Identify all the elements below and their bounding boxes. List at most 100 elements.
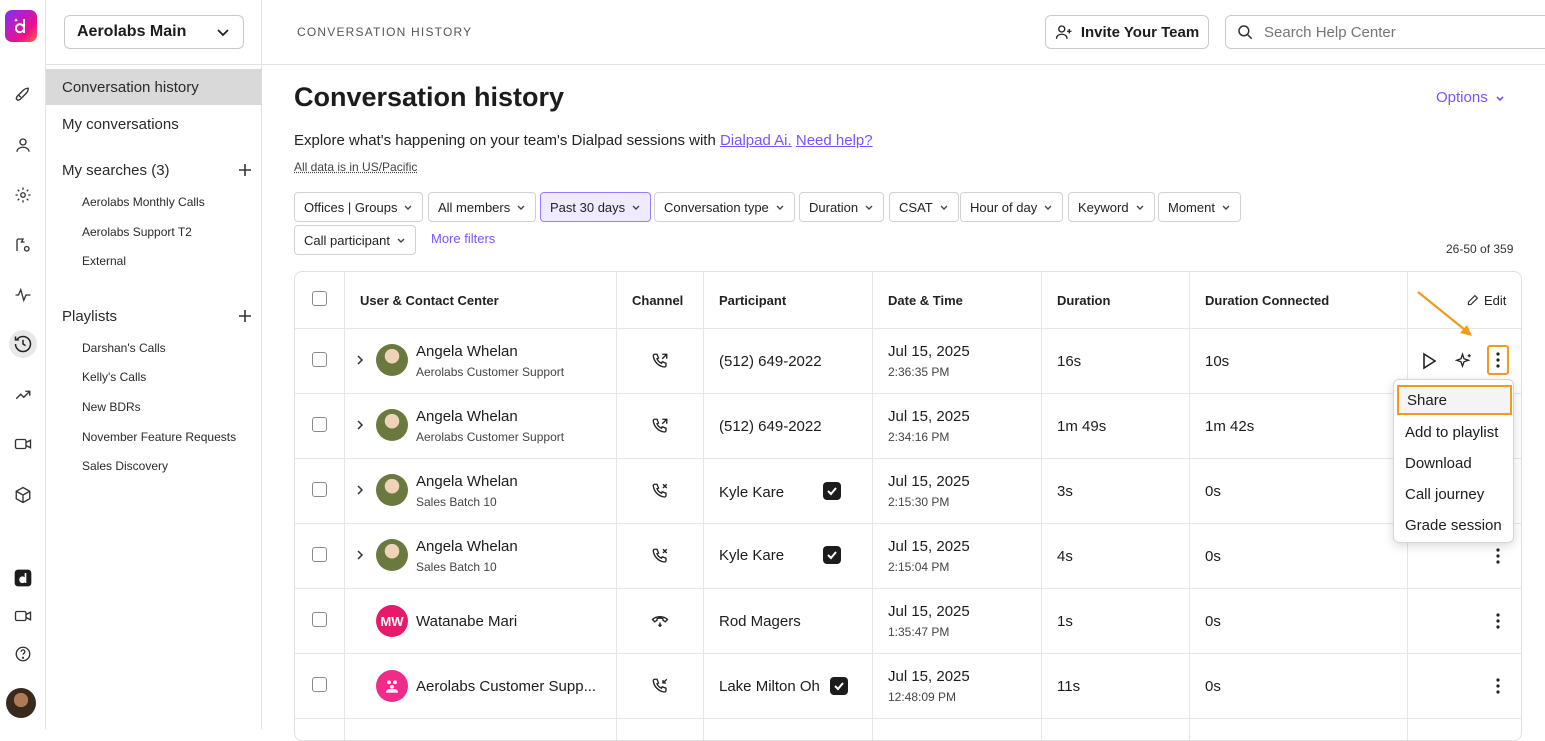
more-filters-link[interactable]: More filters — [431, 231, 495, 246]
menu-item-call-journey[interactable]: Call journey — [1397, 479, 1512, 509]
trending-icon[interactable] — [9, 381, 37, 409]
workspace-select[interactable]: Aerolabs Main — [64, 15, 244, 49]
add-playlist-icon[interactable] — [238, 309, 252, 323]
participant[interactable]: Kyle Kare — [719, 484, 784, 501]
filter-call-participant[interactable]: Call participant — [294, 225, 416, 255]
call-date: Jul 15, 2025 — [888, 538, 970, 555]
saved-search-item[interactable]: Aerolabs Support T2 — [82, 225, 192, 239]
row-checkbox[interactable] — [312, 677, 327, 692]
app-rail — [0, 0, 46, 729]
playlists-label[interactable]: Playlists — [62, 308, 117, 325]
nav-my-conversations[interactable]: My conversations — [46, 106, 262, 142]
participant[interactable]: Lake Milton Oh — [719, 678, 820, 695]
chevron-right-icon[interactable] — [354, 484, 366, 496]
user-name[interactable]: Angela Whelan — [416, 343, 518, 360]
search-input[interactable] — [1264, 24, 1524, 41]
row-checkbox[interactable] — [312, 547, 327, 562]
duration: 16s — [1057, 353, 1081, 370]
filter-hour-of-day[interactable]: Hour of day — [960, 192, 1063, 222]
column-header[interactable]: Channel — [632, 272, 683, 328]
contact-center: Aerolabs Customer Support — [416, 430, 564, 444]
breadcrumb: CONVERSATION HISTORY — [297, 25, 472, 39]
row-actions-button[interactable] — [1487, 606, 1509, 636]
filter-keyword[interactable]: Keyword — [1068, 192, 1155, 222]
filter-offices-groups[interactable]: Offices | Groups — [294, 192, 423, 222]
playlist-item[interactable]: Darshan's Calls — [82, 341, 166, 355]
filter-duration[interactable]: Duration — [799, 192, 884, 222]
user-name[interactable]: Aerolabs Customer Supp... — [416, 678, 596, 695]
playlist-item[interactable]: Sales Discovery — [82, 459, 168, 473]
playlist-item[interactable]: November Feature Requests — [82, 430, 236, 444]
box-icon[interactable] — [9, 481, 37, 509]
filter-moment[interactable]: Moment — [1158, 192, 1241, 222]
person-icon[interactable] — [9, 131, 37, 159]
menu-item-download[interactable]: Download — [1397, 448, 1512, 478]
participant[interactable]: Rod Magers — [719, 613, 801, 630]
row-actions-button[interactable] — [1487, 345, 1509, 375]
chevron-down-icon — [516, 202, 526, 212]
playlist-item[interactable]: Kelly's Calls — [82, 370, 146, 384]
video-call-icon[interactable] — [9, 430, 37, 458]
kebab-icon — [1496, 678, 1500, 694]
invite-team-button[interactable]: Invite Your Team — [1045, 15, 1209, 49]
chevron-down-icon — [939, 202, 949, 212]
participant[interactable]: (512) 649-2022 — [719, 353, 822, 370]
dialpad-ai-link[interactable]: Dialpad Ai. — [720, 132, 792, 149]
user-name[interactable]: Angela Whelan — [416, 538, 518, 555]
saved-search-item[interactable]: External — [82, 254, 126, 268]
row-actions-button[interactable] — [1487, 541, 1509, 571]
activity-icon[interactable] — [9, 281, 37, 309]
logo-icon[interactable] — [5, 10, 37, 42]
history-icon[interactable] — [9, 330, 37, 358]
user-name[interactable]: Angela Whelan — [416, 473, 518, 490]
chevron-down-icon — [403, 202, 413, 212]
user-avatar — [376, 344, 408, 376]
options-button[interactable]: Options — [1436, 89, 1506, 106]
filter-all-members[interactable]: All members — [428, 192, 536, 222]
need-help-link[interactable]: Need help? — [796, 132, 873, 149]
filter-date-range[interactable]: Past 30 days — [540, 192, 651, 222]
duration-connected: 10s — [1205, 353, 1229, 370]
user-name[interactable]: Angela Whelan — [416, 408, 518, 425]
participant[interactable]: Kyle Kare — [719, 547, 784, 564]
menu-item-grade-session[interactable]: Grade session — [1397, 510, 1512, 540]
add-search-icon[interactable] — [238, 163, 252, 177]
filter-conversation-type[interactable]: Conversation type — [654, 192, 795, 222]
column-header[interactable]: Duration Connected — [1205, 272, 1329, 328]
row-checkbox[interactable] — [312, 612, 327, 627]
routing-icon[interactable] — [9, 231, 37, 259]
help-icon[interactable] — [9, 640, 37, 668]
saved-search-item[interactable]: Aerolabs Monthly Calls — [82, 195, 205, 209]
playlist-item[interactable]: New BDRs — [82, 400, 141, 414]
select-all-checkbox[interactable] — [312, 291, 327, 306]
rocket-icon[interactable] — [9, 81, 37, 109]
participant[interactable]: (512) 649-2022 — [719, 418, 822, 435]
call-time: 1:35:47 PM — [888, 625, 949, 639]
column-header[interactable]: User & Contact Center — [360, 272, 499, 328]
menu-item-add-to-playlist[interactable]: Add to playlist — [1397, 417, 1512, 447]
row-checkbox[interactable] — [312, 417, 327, 432]
my-searches-label[interactable]: My searches (3) — [62, 162, 170, 179]
camera-icon[interactable] — [9, 602, 37, 630]
filter-csat[interactable]: CSAT — [889, 192, 959, 222]
row-checkbox[interactable] — [312, 352, 327, 367]
ai-sparkle-icon[interactable] — [1455, 352, 1473, 370]
chevron-right-icon[interactable] — [354, 549, 366, 561]
gear-icon[interactable] — [9, 181, 37, 209]
duration-connected: 0s — [1205, 483, 1221, 500]
user-avatar[interactable] — [6, 688, 36, 718]
workspace-name: Aerolabs Main — [77, 23, 186, 41]
menu-item-share[interactable]: Share — [1397, 385, 1512, 415]
row-checkbox[interactable] — [312, 482, 327, 497]
column-header[interactable]: Participant — [719, 272, 786, 328]
ai-app-icon[interactable] — [9, 564, 37, 592]
user-name[interactable]: Watanabe Mari — [416, 613, 517, 630]
kebab-icon — [1496, 352, 1500, 368]
chevron-right-icon[interactable] — [354, 354, 366, 366]
row-actions-button[interactable] — [1487, 671, 1509, 701]
chevron-right-icon[interactable] — [354, 419, 366, 431]
column-header[interactable]: Duration — [1057, 272, 1110, 328]
play-icon[interactable] — [1421, 352, 1437, 370]
nav-conversation-history[interactable]: Conversation history — [46, 69, 262, 105]
column-header[interactable]: Date & Time — [888, 272, 963, 328]
